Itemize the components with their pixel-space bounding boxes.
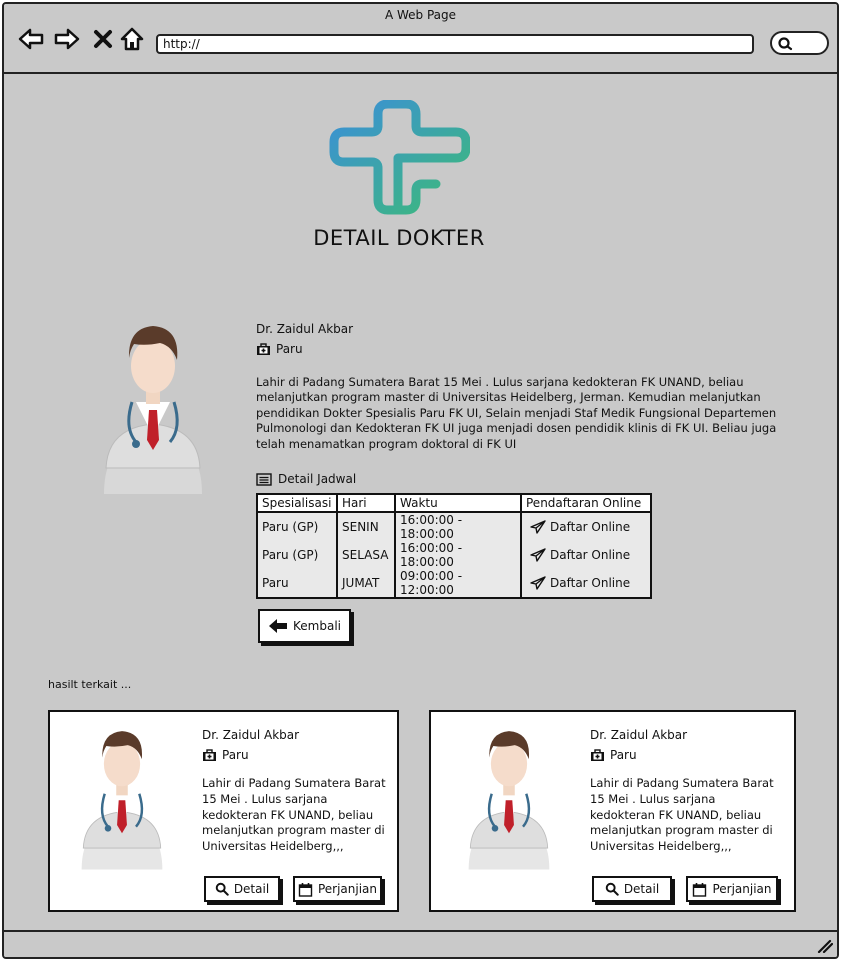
appointment-button-label: Perjanjian (317, 882, 378, 896)
cell-day: JUMAT (336, 569, 396, 598)
related-doctor-card: Dr. Zaidul Akbar Paru Lahir di Padang Su… (48, 710, 399, 912)
bio-line: 15 Mei . Lulus sarjana (202, 791, 328, 806)
detail-button-label: Detail (623, 882, 660, 896)
doctor-avatar (467, 724, 551, 870)
column-header: Waktu (394, 493, 522, 513)
doctor-bio: Lahir di Padang Sumatera Barat 15 Mei . … (256, 375, 816, 452)
list-icon (256, 472, 272, 486)
bio-line: melanjutkan program master di (590, 823, 773, 838)
bio-line: telah menamatkan program doktoral di FK … (256, 436, 517, 451)
register-online-link[interactable]: Daftar Online (530, 548, 646, 562)
doctor-specialty: Paru (256, 342, 303, 356)
specialty-label: Paru (276, 342, 303, 356)
register-online-label: Daftar Online (550, 520, 631, 534)
related-doctor-card: Dr. Zaidul Akbar Paru Lahir di Padang Su… (429, 710, 796, 912)
status-bar (4, 930, 837, 957)
url-input[interactable]: http:// (156, 34, 754, 54)
table-header-row: Spesialisasi Hari Waktu Pendaftaran Onli… (256, 493, 652, 513)
cell-specialty: Paru (GP) (256, 512, 338, 541)
table-row: Paru JUMAT 09:00:00 - 12:00:00 Daftar On… (256, 569, 652, 598)
page-content: DETAIL DOKTER Dr. Zaidul Akbar Paru Lahi… (4, 74, 837, 934)
bio-line: 15 Mei . Lulus sarjana (590, 791, 716, 806)
resize-grip-icon[interactable] (817, 939, 833, 953)
bio-line: Universitas Heidelberg,,, (202, 839, 344, 854)
cell-specialty: Paru (GP) (256, 541, 338, 569)
search-icon (778, 37, 793, 51)
bio-line: melanjutkan program master di Universita… (256, 390, 761, 405)
bio-line: Lahir di Padang Sumatera Barat 15 Mei . … (256, 375, 744, 389)
appointment-button-label: Perjanjian (712, 882, 772, 896)
bio-line: Universitas Heidelberg,,, (590, 839, 732, 854)
doctor-specialty: Paru (202, 748, 249, 762)
medical-kit-icon (257, 342, 270, 355)
cell-time: 16:00:00 - 18:00:00 (394, 541, 522, 569)
appointment-button[interactable]: Perjanjian (686, 876, 778, 902)
bio-line: Lahir di Padang Sumatera Barat (590, 776, 774, 790)
column-header: Pendaftaran Online (520, 493, 652, 513)
calendar-icon (298, 882, 313, 897)
home-icon[interactable] (117, 24, 147, 54)
bio-line: melanjutkan program master di (202, 823, 385, 838)
cell-day: SENIN (336, 512, 396, 541)
schedule-table: Spesialisasi Hari Waktu Pendaftaran Onli… (256, 493, 652, 599)
send-icon (530, 548, 546, 562)
search-icon (215, 882, 229, 896)
browser-search-box[interactable] (770, 31, 829, 55)
window-title: A Web Page (384, 8, 457, 22)
send-icon (530, 576, 546, 590)
doctor-bio-excerpt: Lahir di Padang Sumatera Barat 15 Mei . … (202, 776, 397, 855)
doctor-name: Dr. Zaidul Akbar (202, 728, 300, 742)
browser-toolbar: A Web Page http:// (4, 4, 837, 74)
page-title: DETAIL DOKTER (313, 226, 485, 250)
bio-line: Pulmonologi dan Kedokteran FK UI juga me… (256, 421, 777, 436)
close-icon[interactable] (88, 24, 118, 54)
back-button-label: Kembali (293, 619, 341, 633)
doctor-name: Dr. Zaidul Akbar (590, 728, 688, 742)
bio-line: pendidikan Dokter Spesialis Paru FK UI, … (256, 405, 777, 420)
medical-kit-icon (591, 748, 604, 761)
schedule-heading-label: Detail Jadwal (278, 472, 357, 486)
doctor-bio-excerpt: Lahir di Padang Sumatera Barat 15 Mei . … (590, 776, 790, 855)
schedule-heading: Detail Jadwal (256, 472, 356, 486)
column-header: Hari (336, 493, 396, 513)
register-online-label: Daftar Online (550, 576, 631, 590)
bio-line: Lahir di Padang Sumatera Barat (202, 776, 386, 790)
table-row: Paru (GP) SELASA 16:00:00 - 18:00:00 Daf… (256, 541, 652, 569)
browser-window: A Web Page http:// DETAIL DOKTER Dr. Zai… (2, 2, 839, 959)
calendar-icon (693, 882, 707, 897)
back-button[interactable]: Kembali (258, 609, 351, 643)
related-results-label: hasilt terkait ... (48, 678, 132, 691)
arrow-left-icon (269, 619, 287, 633)
medical-cross-logo-icon (328, 99, 471, 218)
doctor-name: Dr. Zaidul Akbar (256, 322, 354, 336)
detail-button[interactable]: Detail (204, 876, 280, 902)
table-row: Paru (GP) SENIN 16:00:00 - 18:00:00 Daft… (256, 512, 652, 541)
register-online-label: Daftar Online (550, 548, 631, 562)
cell-time: 09:00:00 - 12:00:00 (394, 569, 522, 598)
specialty-label: Paru (610, 748, 637, 762)
doctor-avatar (80, 724, 164, 870)
appointment-button[interactable]: Perjanjian (293, 876, 382, 902)
cell-time: 16:00:00 - 18:00:00 (394, 512, 522, 541)
cell-day: SELASA (336, 541, 396, 569)
doctor-avatar (102, 318, 204, 494)
search-icon (605, 882, 619, 896)
back-arrow-icon[interactable] (16, 24, 46, 54)
detail-button-label: Detail (233, 882, 270, 896)
forward-arrow-icon[interactable] (52, 24, 82, 54)
register-online-link[interactable]: Daftar Online (530, 520, 646, 534)
detail-button[interactable]: Detail (592, 876, 672, 902)
register-online-link[interactable]: Daftar Online (530, 576, 646, 590)
medical-kit-icon (203, 748, 216, 761)
column-header: Spesialisasi (256, 493, 338, 513)
bio-line: kedokteran FK UNAND, beliau (202, 807, 374, 822)
bio-line: kedokteran FK UNAND, beliau (590, 807, 762, 822)
send-icon (530, 520, 546, 534)
doctor-specialty: Paru (590, 748, 637, 762)
specialty-label: Paru (222, 748, 249, 762)
cell-specialty: Paru (256, 569, 338, 598)
